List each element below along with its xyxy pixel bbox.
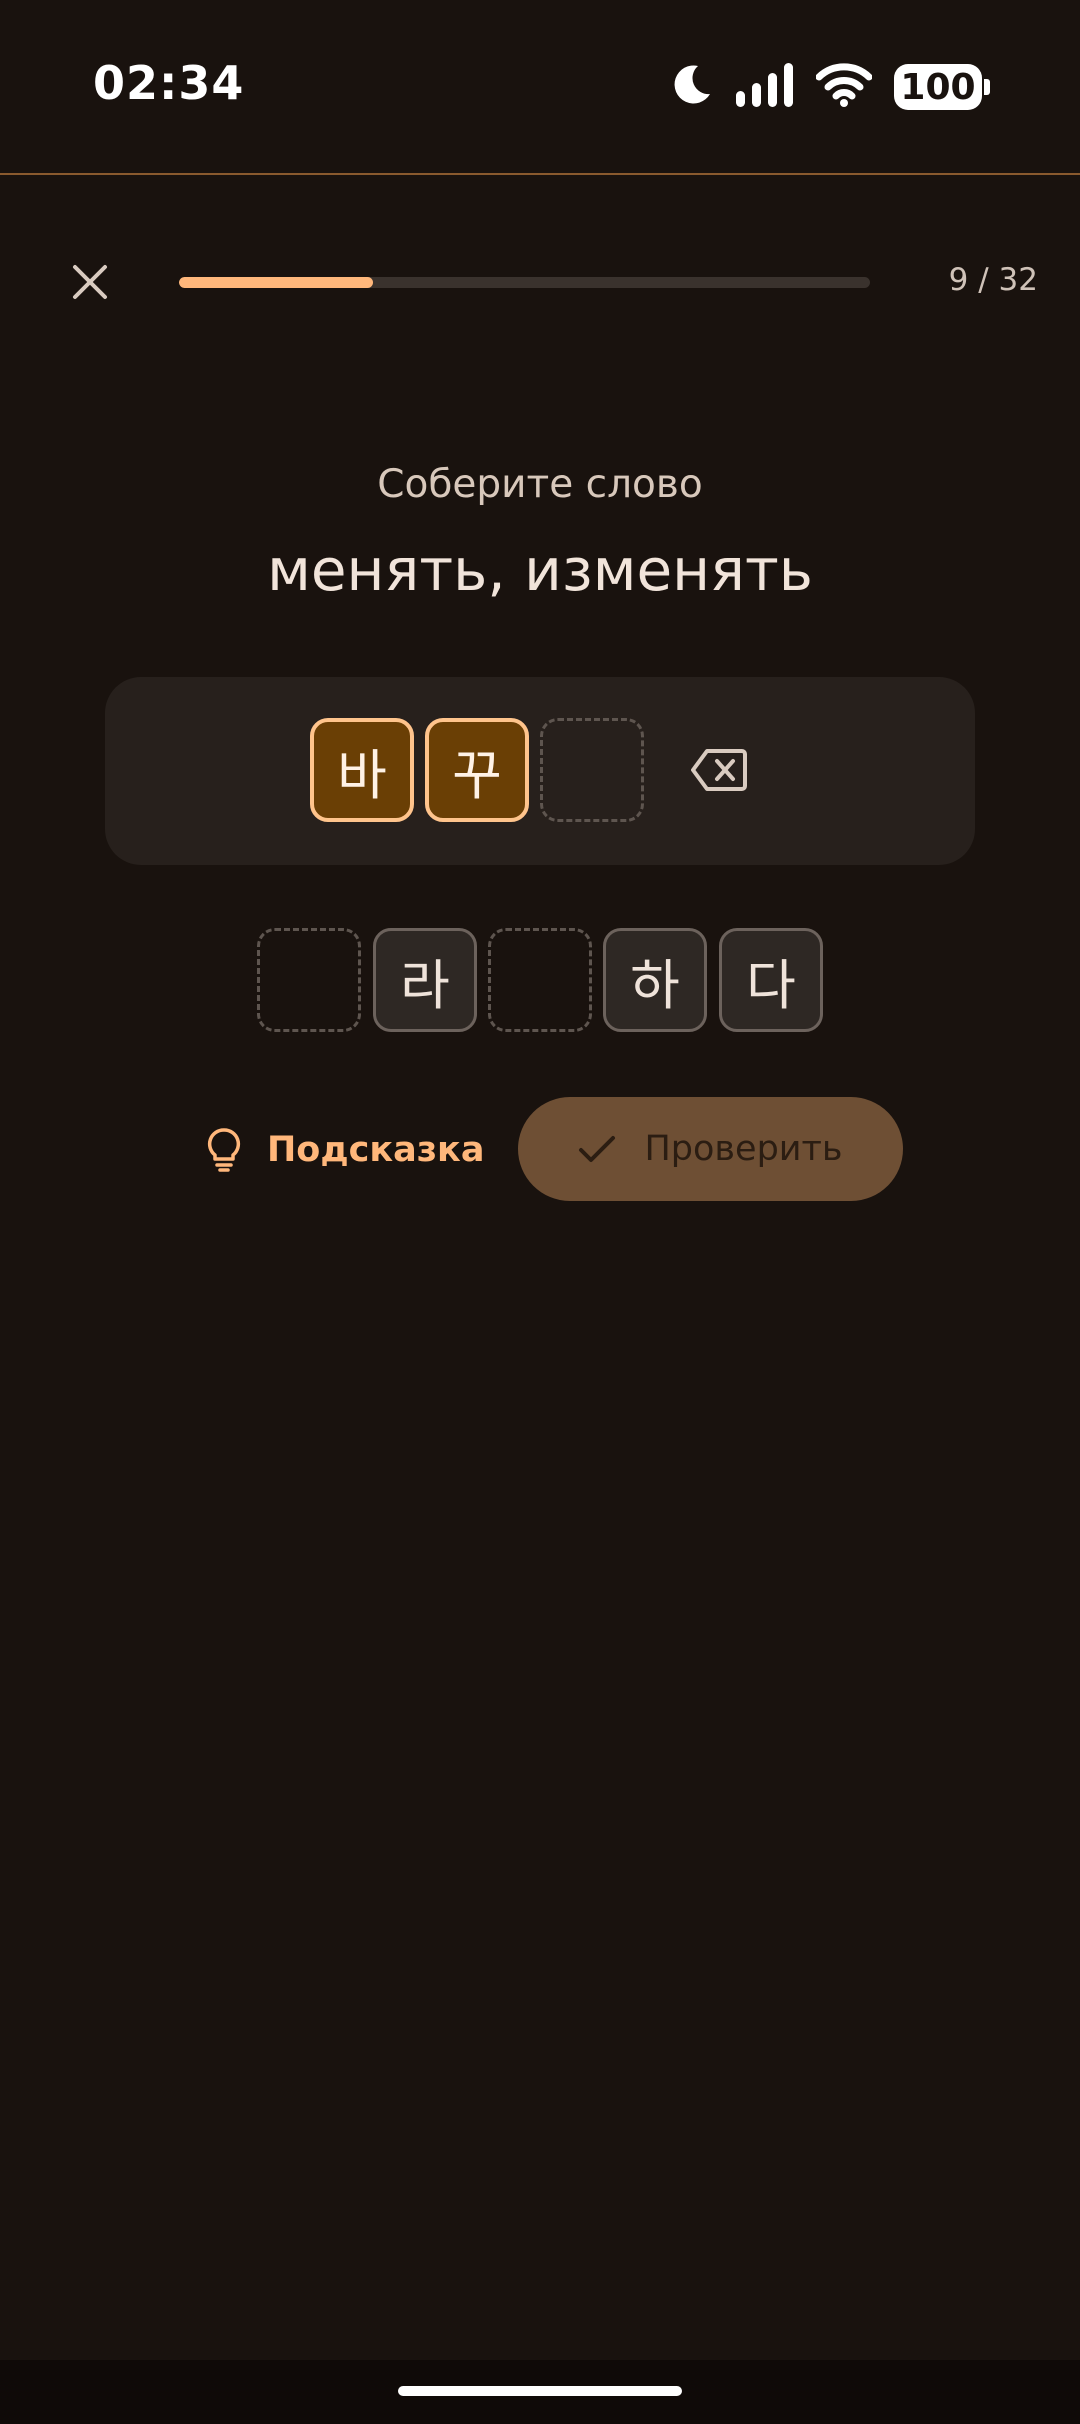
signal-icon (736, 63, 794, 111)
progress-count: 9 / 32 (948, 262, 1038, 298)
backspace-button[interactable] (689, 744, 749, 796)
status-time: 02:34 (93, 56, 245, 110)
header-divider (0, 173, 1080, 175)
choice-tile-4[interactable]: 하 (603, 928, 707, 1032)
choice-tile-3 (488, 928, 592, 1032)
lightbulb-icon (207, 1128, 241, 1172)
answer-slot-3[interactable] (540, 718, 644, 822)
instruction-text: Соберите слово (377, 462, 703, 507)
close-button[interactable] (58, 250, 122, 314)
answer-slot-2[interactable]: 꾸 (425, 718, 529, 822)
moon-icon (668, 62, 714, 112)
progress-bar (179, 277, 870, 288)
choice-tile-1 (257, 928, 361, 1032)
battery-level: 100 (894, 64, 982, 110)
battery-icon: 100 (894, 64, 990, 110)
wifi-icon (815, 63, 873, 111)
target-word: менять, изменять (267, 536, 813, 604)
checkmark-icon (579, 1136, 616, 1162)
backspace-icon (691, 749, 747, 791)
progress-fill (179, 277, 374, 288)
status-icons: 100 (668, 60, 990, 114)
home-indicator[interactable] (398, 2386, 682, 2396)
choice-tile-2[interactable]: 라 (373, 928, 477, 1032)
hint-label: Подсказка (267, 1130, 485, 1170)
battery-cap (984, 79, 990, 95)
choice-tile-5[interactable]: 다 (719, 928, 823, 1032)
status-bar: 02:34 100 (0, 0, 1080, 174)
hint-button[interactable]: Подсказка (205, 1110, 484, 1190)
answer-slot-1[interactable]: 바 (310, 718, 414, 822)
close-icon (73, 265, 107, 299)
check-button[interactable]: Проверить (518, 1097, 903, 1201)
check-label: Проверить (644, 1129, 843, 1169)
